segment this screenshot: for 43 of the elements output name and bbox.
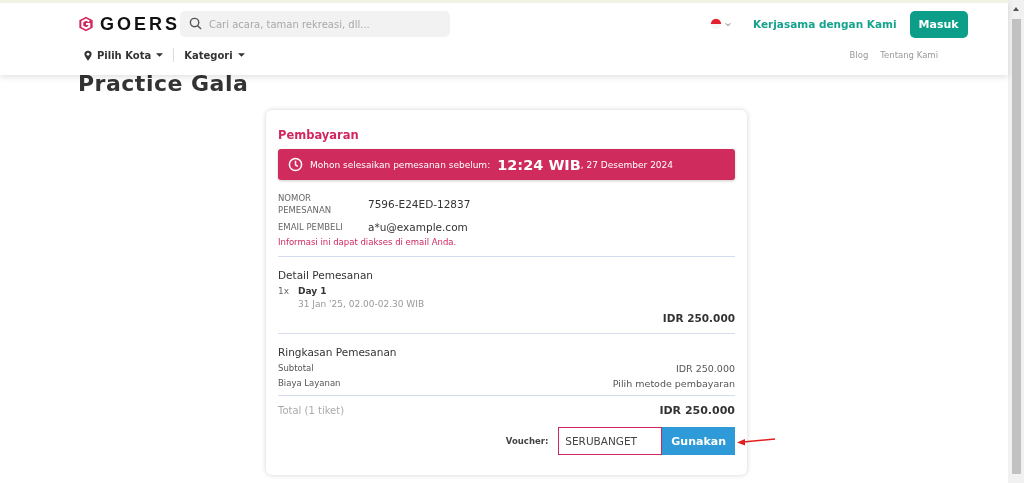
nav-dropdown[interactable]: Pilih Kota <box>84 49 164 61</box>
scroll-up-icon[interactable] <box>1013 7 1019 11</box>
login-button[interactable]: Masuk <box>909 10 968 38</box>
partner-link[interactable]: Kerjasama dengan Kami <box>753 18 897 30</box>
item-name: Day 1 <box>298 286 328 296</box>
summary-label: Subtotal <box>278 363 314 374</box>
brand-logo[interactable]: GOERS <box>78 13 180 35</box>
info-label: NOMOR PEMESANAN <box>278 192 333 216</box>
summary-value: IDR 250.000 <box>675 363 735 374</box>
location-pin-icon <box>84 49 92 61</box>
info-value: 7596-E24ED-12837 <box>368 198 471 210</box>
voucher-field[interactable]: SERUBANGET <box>558 427 663 455</box>
nav-dropdown[interactable]: Kategori <box>184 49 245 61</box>
summary-label: Biaya Layanan <box>278 378 341 389</box>
pointer-arrow <box>737 437 775 446</box>
clock-icon <box>288 157 303 172</box>
info-note: Informasi ini dapat diakses di email Anda. <box>278 237 458 247</box>
deadline-date: , 27 Desember 2024 <box>580 159 674 170</box>
deadline-time: 12:24 WIB <box>497 156 581 173</box>
caret-icon <box>156 53 164 57</box>
item-price: IDR 250.000 <box>662 312 735 324</box>
item-quantity: 1x <box>278 286 291 298</box>
caret-icon <box>237 53 245 57</box>
total-label: Total (1 tiket) <box>278 405 345 416</box>
section-title: Pembayaran <box>278 128 360 142</box>
section-title: Ringkasan Pemesanan <box>278 346 398 358</box>
chevron-icon <box>725 21 731 27</box>
deadline-message: Mohon selesaikan pemesanan sebelum: <box>310 159 491 170</box>
info-value: a*u@example.com <box>368 221 468 233</box>
voucher-label: Voucher: <box>505 436 549 446</box>
info-label: EMAIL PEMBELI <box>278 221 344 233</box>
scrollbar[interactable] <box>1008 0 1024 483</box>
total-value: IDR 250.000 <box>659 404 735 417</box>
scrollbar-thumb[interactable] <box>1011 19 1021 474</box>
nav-link[interactable]: Blog <box>849 50 869 60</box>
item-schedule: 31 Jan '25, 02.00-02.30 WIB <box>298 299 425 309</box>
section-title: Detail Pemesanan <box>278 269 375 281</box>
page-title: Practice Gala <box>78 70 250 98</box>
search-field[interactable]: Cari acara, taman rekreasi, dll... <box>180 11 450 37</box>
summary-value: Pilih metode pembayaran <box>612 378 735 389</box>
apply-button[interactable]: Gunakan <box>662 427 735 455</box>
nav-link[interactable]: Tentang Kami <box>880 50 938 60</box>
flag-icon <box>710 18 722 30</box>
